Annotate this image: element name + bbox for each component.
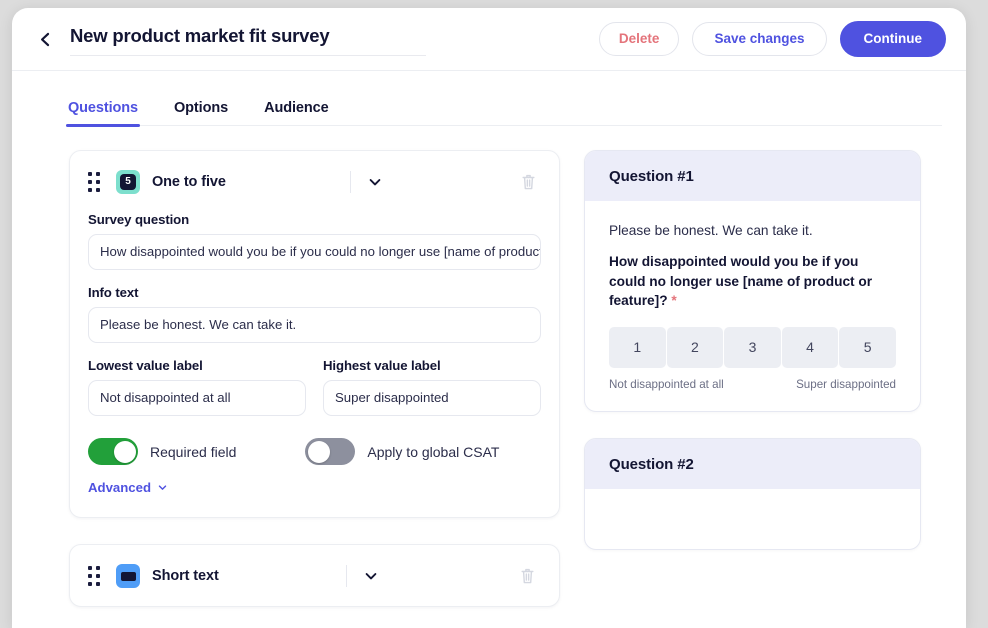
tab-questions[interactable]: Questions (66, 100, 140, 127)
preview-card-1-body: Please be honest. We can take it. How di… (585, 201, 920, 411)
chevron-down-icon (365, 573, 377, 580)
question-card-2-header: Short text (70, 545, 559, 606)
toggles-row: Required field Apply to global CSAT (88, 438, 541, 465)
rating-option-4[interactable]: 4 (781, 326, 839, 368)
collapse-question-button[interactable] (355, 562, 387, 590)
preview-card-1: Question #1 Please be honest. We can tak… (584, 150, 921, 412)
preview-card-2-heading: Question #2 (585, 438, 920, 489)
preview-question-text: How disappointed would you be if you cou… (609, 252, 896, 311)
toggle-knob (113, 440, 136, 463)
info-text-label: Info text (88, 285, 139, 300)
preview-column: Question #1 Please be honest. We can tak… (584, 150, 921, 628)
value-labels-row: Lowest value label Not disappointed at a… (88, 358, 541, 430)
page-body: 5 One to five Survey question How disapp… (12, 126, 966, 628)
survey-question-field: Survey question How disappointed would y… (88, 212, 541, 270)
tabs-row: Questions Options Audience (12, 71, 966, 127)
lowest-value-field: Lowest value label Not disappointed at a… (88, 358, 306, 416)
question-card-1: 5 One to five Survey question How disapp… (69, 150, 560, 518)
rating-option-3[interactable]: 3 (724, 326, 781, 368)
tabs: Questions Options Audience (66, 100, 942, 127)
divider (349, 171, 351, 193)
global-csat-group: Apply to global CSAT (305, 438, 499, 465)
highest-value-input[interactable]: Super disappointed (323, 380, 541, 416)
delete-button[interactable]: Delete (598, 22, 680, 56)
required-field-toggle[interactable] (88, 438, 138, 465)
one-to-five-badge: 5 (120, 174, 136, 190)
collapse-question-button[interactable] (359, 168, 391, 196)
required-field-group: Required field (88, 438, 236, 465)
lowest-value-label: Lowest value label (88, 358, 203, 373)
tab-audience[interactable]: Audience (262, 100, 330, 125)
header-actions: Delete Save changes Continue (598, 21, 946, 57)
info-text-field: Info text Please be honest. We can take … (88, 285, 541, 343)
chevron-down-icon (158, 485, 167, 490)
preview-question-body: How disappointed would you be if you cou… (609, 254, 873, 309)
drag-handle-icon[interactable] (88, 172, 100, 192)
advanced-toggle-link[interactable]: Advanced (88, 480, 168, 495)
drag-handle-icon[interactable] (88, 566, 100, 586)
chevron-down-icon (369, 179, 381, 186)
question-type-label: One to five (152, 174, 226, 190)
app-panel: New product market fit survey Delete Sav… (12, 8, 966, 628)
rating-option-5[interactable]: 5 (839, 326, 896, 368)
rating-option-2[interactable]: 2 (666, 326, 724, 368)
page-header: New product market fit survey Delete Sav… (12, 8, 966, 71)
short-text-icon (116, 564, 140, 588)
rating-scale: 1 2 3 4 5 (609, 326, 896, 368)
preview-card-2-body (585, 489, 920, 549)
preview-card-1-heading: Question #1 (585, 151, 920, 201)
global-csat-toggle[interactable] (305, 438, 356, 465)
toggle-knob (307, 440, 330, 463)
divider (346, 565, 348, 587)
highest-value-label: Highest value label (323, 358, 441, 373)
advanced-label: Advanced (88, 480, 152, 495)
tab-options[interactable]: Options (172, 100, 230, 125)
delete-question-button[interactable] (515, 563, 541, 589)
question-card-1-header: 5 One to five (70, 151, 559, 212)
question-editor-column: 5 One to five Survey question How disapp… (69, 150, 560, 628)
global-csat-label: Apply to global CSAT (367, 443, 500, 460)
highest-value-field: Highest value label Super disappointed (323, 358, 541, 416)
chevron-left-icon (40, 32, 49, 46)
trash-icon (521, 174, 535, 190)
rating-scale-labels: Not disappointed at all Super disappoint… (609, 378, 896, 391)
page-title: New product market fit survey (70, 25, 330, 46)
question-card-1-body: Survey question How disappointed would y… (70, 212, 559, 517)
rating-low-label: Not disappointed at all (609, 377, 724, 391)
back-button[interactable] (30, 24, 60, 54)
required-field-label: Required field (150, 443, 237, 460)
short-text-glyph (120, 571, 136, 581)
delete-question-button[interactable] (515, 169, 541, 195)
preview-card-2: Question #2 (584, 437, 921, 550)
preview-info-text: Please be honest. We can take it. (609, 223, 813, 238)
required-marker: * (671, 293, 677, 309)
survey-question-label: Survey question (88, 212, 190, 227)
save-changes-button[interactable]: Save changes (692, 22, 827, 56)
continue-button[interactable]: Continue (839, 21, 946, 57)
info-text-input[interactable]: Please be honest. We can take it. (88, 307, 541, 343)
trash-icon (521, 568, 534, 584)
question-card-2: Short text (69, 544, 560, 607)
one-to-five-icon: 5 (116, 170, 140, 194)
rating-option-1[interactable]: 1 (609, 326, 666, 368)
lowest-value-input[interactable]: Not disappointed at all (88, 380, 306, 416)
rating-high-label: Super disappointed (796, 377, 896, 391)
title-field[interactable]: New product market fit survey (70, 22, 426, 56)
survey-question-input[interactable]: How disappointed would you be if you cou… (88, 234, 541, 270)
question-type-label: Short text (152, 568, 219, 584)
